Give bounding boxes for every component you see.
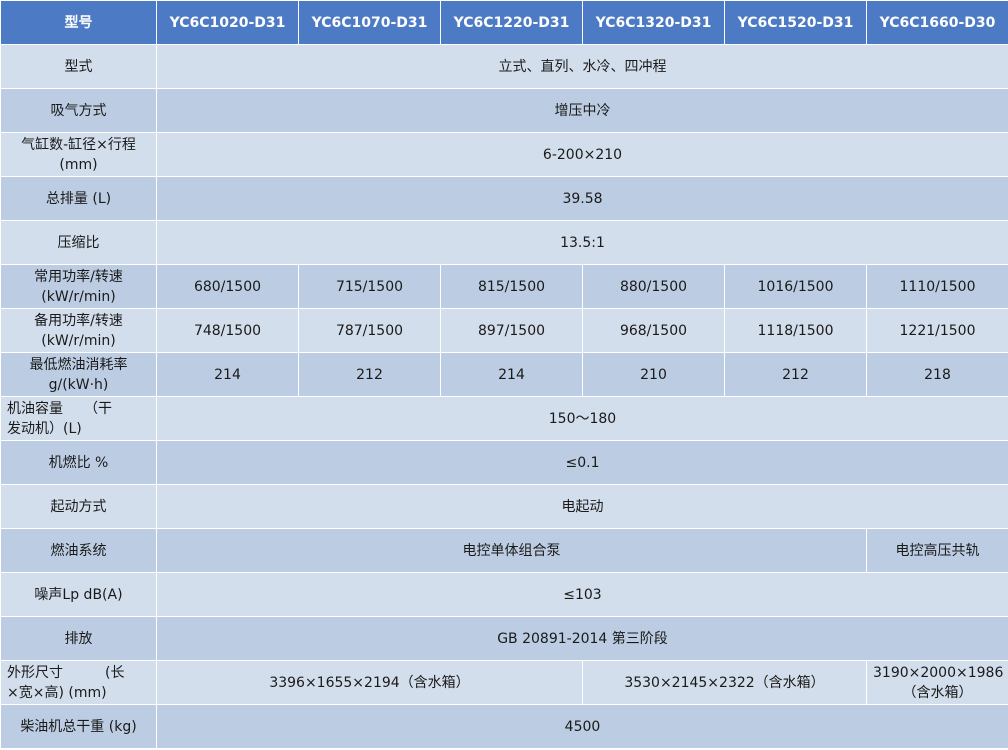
row-label-line1: 气缸数-缸径×行程 xyxy=(21,136,136,153)
row-emission: 排放 GB 20891-2014 第三阶段 xyxy=(0,616,1008,661)
row-value-c-line1: 3190×2000×1986 xyxy=(873,664,1004,681)
row-value: ≤103 xyxy=(156,572,1008,617)
row-label-line2: (mm) xyxy=(59,156,98,173)
cell-model-6: 1110/1500 xyxy=(866,264,1008,309)
cell-model-2: 212 xyxy=(298,352,441,397)
cell-model-2: 787/1500 xyxy=(298,308,441,353)
row-label: 噪声Lp dB(A) xyxy=(0,572,157,617)
cell-model-1: 680/1500 xyxy=(156,264,299,309)
row-dry-weight: 柴油机总干重 (kg) 4500 xyxy=(0,704,1008,749)
row-label-line1: 常用功率/转速 xyxy=(34,268,123,285)
row-label: 总排量 (L) xyxy=(0,176,157,221)
row-label: 柴油机总干重 (kg) xyxy=(0,704,157,749)
cell-model-1: 214 xyxy=(156,352,299,397)
cell-model-3: 815/1500 xyxy=(440,264,583,309)
row-label-line1: 外形尺寸 (长 xyxy=(7,664,125,681)
row-label-line2: (kW/r/min) xyxy=(41,288,116,305)
row-label-line1: 备用功率/转速 xyxy=(34,312,123,329)
row-value: 6-200×210 xyxy=(156,132,1008,177)
row-compression: 压缩比 13.5:1 xyxy=(0,220,1008,265)
row-displacement: 总排量 (L) 39.58 xyxy=(0,176,1008,221)
row-label: 型式 xyxy=(0,44,157,89)
row-fuel-system: 燃油系统 电控单体组合泵 电控高压共轨 xyxy=(0,528,1008,573)
row-label-line2: g/(kW·h) xyxy=(48,376,109,393)
row-label: 常用功率/转速 (kW/r/min) xyxy=(0,264,157,309)
row-value-b: 3530×2145×2322（含水箱） xyxy=(582,660,867,705)
cell-model-4: 210 xyxy=(582,352,725,397)
row-value: 39.58 xyxy=(156,176,1008,221)
row-prime-power: 常用功率/转速 (kW/r/min) 680/1500 715/1500 815… xyxy=(0,264,1008,309)
row-label: 机燃比 % xyxy=(0,440,157,485)
row-label: 机油容量 （干 发动机）(L) xyxy=(0,396,157,441)
cell-model-3: 897/1500 xyxy=(440,308,583,353)
row-label-line1: 最低燃油消耗率 xyxy=(29,356,128,373)
row-value: GB 20891-2014 第三阶段 xyxy=(156,616,1008,661)
row-label-line2: 发动机）(L) xyxy=(7,420,82,437)
row-oil-fuel-ratio: 机燃比 % ≤0.1 xyxy=(0,440,1008,485)
engine-spec-table: 型号 YC6C1020-D31 YC6C1070-D31 YC6C1220-D3… xyxy=(0,0,1008,749)
row-dimensions: 外形尺寸 (长 ×宽×高) (mm) 3396×1655×2194（含水箱） 3… xyxy=(0,660,1008,705)
row-value: ≤0.1 xyxy=(156,440,1008,485)
header-model-2: YC6C1070-D31 xyxy=(298,0,441,45)
header-model-3: YC6C1220-D31 xyxy=(440,0,583,45)
header-label-cell: 型号 xyxy=(0,0,157,45)
header-row: 型号 YC6C1020-D31 YC6C1070-D31 YC6C1220-D3… xyxy=(0,0,1008,45)
row-value-main: 电控单体组合泵 xyxy=(156,528,867,573)
row-label: 外形尺寸 (长 ×宽×高) (mm) xyxy=(0,660,157,705)
row-fuel-consumption: 最低燃油消耗率 g/(kW·h) 214 212 214 210 212 218 xyxy=(0,352,1008,397)
row-value-c-line2: （含水箱） xyxy=(902,684,973,701)
row-intake: 吸气方式 增压中冷 xyxy=(0,88,1008,133)
row-value: 电起动 xyxy=(156,484,1008,529)
row-label-line1: 机油容量 （干 xyxy=(7,400,112,417)
row-label: 最低燃油消耗率 g/(kW·h) xyxy=(0,352,157,397)
row-value-last: 电控高压共轨 xyxy=(866,528,1008,573)
cell-model-5: 1118/1500 xyxy=(724,308,867,353)
row-label: 起动方式 xyxy=(0,484,157,529)
cell-model-6: 1221/1500 xyxy=(866,308,1008,353)
cell-model-3: 214 xyxy=(440,352,583,397)
row-value-a: 3396×1655×2194（含水箱） xyxy=(156,660,583,705)
header-model-5: YC6C1520-D31 xyxy=(724,0,867,45)
cell-model-4: 968/1500 xyxy=(582,308,725,353)
cell-model-5: 212 xyxy=(724,352,867,397)
cell-model-6: 218 xyxy=(866,352,1008,397)
cell-model-4: 880/1500 xyxy=(582,264,725,309)
row-value: 150～180 xyxy=(156,396,1008,441)
row-label: 压缩比 xyxy=(0,220,157,265)
row-label-line2: (kW/r/min) xyxy=(41,332,116,349)
cell-model-2: 715/1500 xyxy=(298,264,441,309)
row-noise: 噪声Lp dB(A) ≤103 xyxy=(0,572,1008,617)
row-value: 增压中冷 xyxy=(156,88,1008,133)
cell-model-5: 1016/1500 xyxy=(724,264,867,309)
row-cylinders: 气缸数-缸径×行程 (mm) 6-200×210 xyxy=(0,132,1008,177)
header-model-1: YC6C1020-D31 xyxy=(156,0,299,45)
header-model-6: YC6C1660-D30 xyxy=(866,0,1008,45)
row-label: 燃油系统 xyxy=(0,528,157,573)
row-label-line2: ×宽×高) (mm) xyxy=(7,684,107,701)
row-value: 立式、直列、水冷、四冲程 xyxy=(156,44,1008,89)
row-label: 排放 xyxy=(0,616,157,661)
row-label: 备用功率/转速 (kW/r/min) xyxy=(0,308,157,353)
row-label: 气缸数-缸径×行程 (mm) xyxy=(0,132,157,177)
row-standby-power: 备用功率/转速 (kW/r/min) 748/1500 787/1500 897… xyxy=(0,308,1008,353)
row-type: 型式 立式、直列、水冷、四冲程 xyxy=(0,44,1008,89)
cell-model-1: 748/1500 xyxy=(156,308,299,353)
row-oil-capacity: 机油容量 （干 发动机）(L) 150～180 xyxy=(0,396,1008,441)
row-label: 吸气方式 xyxy=(0,88,157,133)
row-value-c: 3190×2000×1986 （含水箱） xyxy=(866,660,1008,705)
header-model-4: YC6C1320-D31 xyxy=(582,0,725,45)
row-start: 起动方式 电起动 xyxy=(0,484,1008,529)
row-value: 4500 xyxy=(156,704,1008,749)
row-value: 13.5:1 xyxy=(156,220,1008,265)
